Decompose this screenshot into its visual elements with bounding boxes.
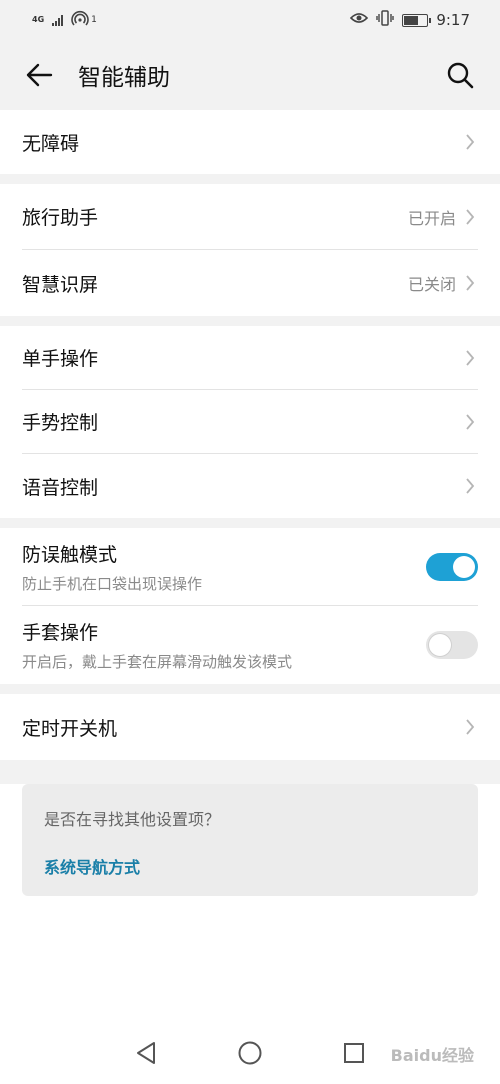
row-label: 手势控制	[22, 412, 99, 434]
signal-superscript: 1	[91, 15, 97, 25]
page-title: 智能辅助	[78, 65, 170, 91]
network-type-label: 4G	[32, 15, 45, 24]
signal-icon	[52, 14, 64, 26]
chevron-right-icon	[462, 719, 478, 735]
system-nav-bar: Baidu经验	[0, 1022, 500, 1084]
scheduled-power-row[interactable]: 定时开关机	[22, 694, 478, 760]
row-text: 手套操作 开启后，戴上手套在屏幕滑动触发该模式	[22, 618, 426, 672]
suggestion-card: 是否在寻找其他设置项？ 系统导航方式	[22, 784, 478, 896]
one-hand-mode-row[interactable]: 单手操作	[22, 326, 478, 390]
row-label: 手套操作	[22, 622, 99, 644]
glove-mode-toggle[interactable]	[426, 631, 478, 659]
row-label: 单手操作	[22, 348, 99, 370]
status-bar: 4G 1 9:17	[0, 0, 500, 40]
chevron-right-icon	[462, 349, 478, 366]
smart-screen-row[interactable]: 智慧识屏 已关闭	[22, 250, 478, 316]
toggle-knob	[453, 555, 475, 578]
accidental-touch-toggle[interactable]	[426, 552, 478, 581]
arrow-left-icon[interactable]	[22, 58, 56, 92]
settings-group-schedule: 定时开关机	[0, 694, 500, 760]
settings-group-accessibility: 无障碍	[0, 110, 500, 174]
chevron-right-icon	[462, 478, 478, 494]
status-left: 4G 1	[32, 9, 97, 31]
travel-assistant-row[interactable]: 旅行助手 已开启	[22, 184, 478, 250]
glove-mode-row: 手套操作 开启后，戴上手套在屏幕滑动触发该模式	[22, 606, 478, 684]
row-label: 智慧识屏	[22, 273, 99, 296]
battery-icon	[402, 13, 432, 27]
voice-control-row[interactable]: 语音控制	[22, 454, 478, 518]
status-right: 9:17	[350, 10, 470, 30]
row-text: 防误触模式 防止手机在口袋出现误操作	[22, 540, 426, 594]
search-icon[interactable]	[442, 57, 478, 93]
status-value: 已开启	[407, 208, 456, 228]
toggle-knob	[429, 634, 451, 656]
row-label: 语音控制	[22, 476, 99, 499]
system-navigation-link[interactable]: 系统导航方式	[44, 854, 456, 878]
eye-comfort-icon	[350, 11, 369, 29]
row-description: 防止手机在口袋出现误操作	[22, 574, 203, 593]
row-label: 旅行助手	[22, 207, 99, 229]
nav-recents-icon[interactable]	[339, 1038, 369, 1068]
row-label: 防误触模式	[22, 543, 118, 566]
row-label: 定时开关机	[22, 717, 118, 740]
chevron-right-icon	[462, 413, 478, 430]
suggestion-question: 是否在寻找其他设置项？	[44, 810, 221, 829]
accidental-touch-row: 防误触模式 防止手机在口袋出现误操作	[22, 528, 478, 606]
app-header: 智能辅助	[0, 40, 500, 110]
row-description: 开启后，戴上手套在屏幕滑动触发该模式	[22, 653, 293, 671]
row-label: 无障碍	[22, 132, 80, 155]
settings-group-assistant: 旅行助手 已开启 智慧识屏 已关闭	[0, 184, 500, 316]
chevron-right-icon	[462, 275, 478, 291]
status-value: 已关闭	[407, 275, 456, 294]
settings-group-toggles: 防误触模式 防止手机在口袋出现误操作 手套操作 开启后，戴上手套在屏幕滑动触发该…	[0, 528, 500, 684]
watermark-text: Baidu经验	[390, 1046, 474, 1065]
nav-home-icon[interactable]	[235, 1038, 265, 1068]
hotspot-icon	[71, 9, 89, 31]
vibrate-icon	[376, 10, 395, 30]
accessibility-row[interactable]: 无障碍	[22, 110, 478, 174]
chevron-right-icon	[462, 208, 478, 225]
gesture-control-row[interactable]: 手势控制	[22, 390, 478, 454]
nav-back-icon[interactable]	[131, 1038, 161, 1068]
chevron-right-icon	[462, 134, 478, 150]
settings-group-controls: 单手操作 手势控制 语音控制	[0, 326, 500, 518]
clock-time: 9:17	[436, 11, 470, 29]
